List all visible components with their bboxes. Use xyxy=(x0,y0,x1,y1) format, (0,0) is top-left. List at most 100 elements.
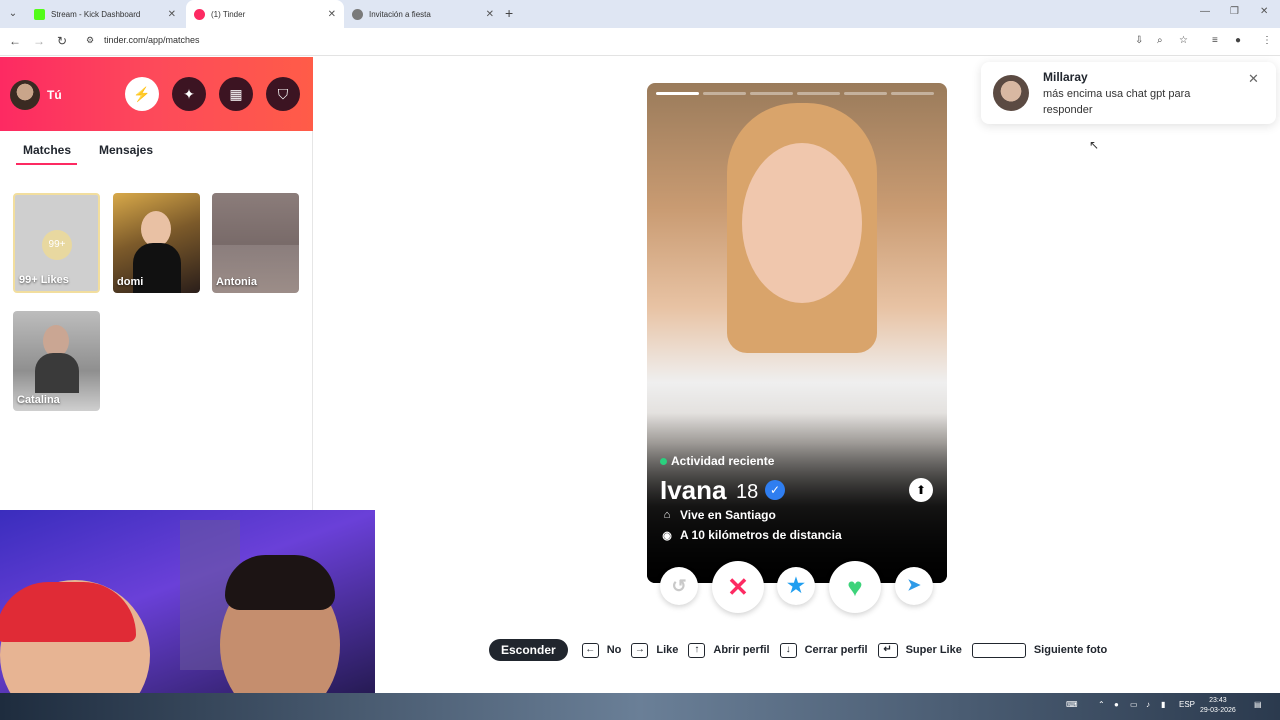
shortcut-no-label: No xyxy=(606,644,622,656)
install-app-icon[interactable]: ⇩ xyxy=(1135,35,1143,46)
open-profile-arrow-icon[interactable]: ⬆ xyxy=(909,478,933,502)
activity-status: Actividad reciente xyxy=(660,454,774,468)
rewind-button[interactable]: ↺ xyxy=(660,567,698,605)
tab-invitacion[interactable]: Invitación a fiesta ✕ xyxy=(344,0,502,28)
briefcase-icon[interactable]: ▦ xyxy=(219,77,253,111)
windows-taskbar: ⌨ ⌃ ● ▭ ♪ ▮ ESP 23:43 29-03-2026 ▤ xyxy=(0,693,1280,720)
profile-photo-face xyxy=(742,143,862,303)
hair xyxy=(225,555,335,610)
like-button[interactable]: ♥ xyxy=(829,561,881,613)
close-x-icon: ✕ xyxy=(727,572,749,602)
media-icon[interactable]: ≡ xyxy=(1212,35,1218,46)
rewind-icon: ↺ xyxy=(671,576,687,596)
photo-progress-segment[interactable] xyxy=(797,92,840,95)
user-label[interactable]: Tú xyxy=(47,88,62,102)
send-paper-plane-icon: ➤ xyxy=(907,577,921,594)
network-icon[interactable]: ▭ xyxy=(1130,700,1138,709)
avatar xyxy=(993,75,1029,111)
back-icon[interactable]: ← xyxy=(9,34,21,48)
arrow-left-key-icon: ← xyxy=(581,642,599,658)
shield-icon[interactable]: ⛉ xyxy=(266,77,300,111)
forward-icon[interactable]: → xyxy=(33,34,45,48)
profile-age: 18 xyxy=(736,481,759,503)
site-info-icon[interactable]: ⚙ xyxy=(86,35,94,46)
sidebar-header: Tú ⚡ ✦ ▦ ⛉ xyxy=(0,57,313,131)
online-dot-icon xyxy=(660,457,667,465)
notifications-icon[interactable]: ▤ xyxy=(1254,700,1262,709)
chevron-up-icon[interactable]: ⌃ xyxy=(1098,700,1105,709)
shortcut-next-photo-label: Siguiente foto xyxy=(1033,644,1108,656)
microphone-icon[interactable]: ● xyxy=(1114,700,1119,709)
tab-title: Invitación a fiesta xyxy=(369,9,431,19)
globe-favicon-icon xyxy=(352,8,363,20)
nope-button[interactable]: ✕ xyxy=(712,561,764,613)
match-name: Antonia xyxy=(216,276,257,288)
bookmark-star-icon[interactable]: ☆ xyxy=(1179,35,1188,46)
close-icon[interactable]: ✕ xyxy=(1248,71,1259,87)
shortcut-close-profile-label: Cerrar perfil xyxy=(804,644,868,656)
battery-icon[interactable]: ▮ xyxy=(1161,700,1165,709)
tab-title: (1) Tinder xyxy=(211,9,246,19)
url-field[interactable]: tinder.com/app/matches xyxy=(104,35,200,45)
tab-matches[interactable]: Matches xyxy=(23,143,71,157)
profile-location: ⌂ Vive en Santiago xyxy=(660,508,776,522)
sidebar-tabs: Matches Mensajes xyxy=(0,141,313,167)
boost-icon[interactable]: ⚡ xyxy=(125,77,159,111)
photo-progress-segment[interactable] xyxy=(844,92,887,95)
system-clock[interactable]: 23:43 29-03-2026 xyxy=(1200,696,1236,716)
volume-icon[interactable]: ♪ xyxy=(1146,700,1150,709)
notification-message: más encima usa chat gpt para responder xyxy=(1043,88,1191,116)
close-tab-icon[interactable]: ✕ xyxy=(486,9,494,20)
address-bar: ← → ↻ ⚙ tinder.com/app/matches ⇩ ⌕ ☆ ≡ ●… xyxy=(0,28,1280,56)
webcam-overlay xyxy=(0,510,375,720)
profile-distance: ◉ A 10 kilómetros de distancia xyxy=(660,528,841,542)
tab-messages[interactable]: Mensajes xyxy=(99,143,153,157)
tab-underline xyxy=(16,163,77,165)
mouse-cursor-icon: ↖ xyxy=(1089,138,1100,152)
tab-search-icon[interactable]: ⌄ xyxy=(6,7,20,21)
tab-tinder[interactable]: (1) Tinder ✕ xyxy=(186,0,344,28)
keyboard-icon[interactable]: ⌨ xyxy=(1066,700,1078,709)
language-indicator[interactable]: ESP xyxy=(1179,700,1195,709)
match-card-catalina[interactable]: Catalina xyxy=(13,311,100,411)
message-notification[interactable]: Millaray más encima usa chat gpt para re… xyxy=(981,62,1276,124)
photo-progress-segment[interactable] xyxy=(656,92,699,95)
tab-kick-dashboard[interactable]: Stream - Kick Dashboard ✕ xyxy=(26,0,184,28)
location-pin-icon: ◉ xyxy=(662,529,672,542)
arrow-down-key-icon: ↓ xyxy=(779,642,797,658)
hide-shortcuts-button[interactable]: Esconder xyxy=(489,639,568,661)
enter-key-icon: ↵ xyxy=(877,642,898,658)
boost-send-button[interactable]: ➤ xyxy=(895,567,933,605)
match-card-antonia[interactable]: Antonia xyxy=(212,193,299,293)
browser-tab-bar: ⌄ Stream - Kick Dashboard ✕ (1) Tinder ✕… xyxy=(0,0,1280,28)
tinder-favicon-icon xyxy=(194,8,205,20)
profile-name: Ivana xyxy=(660,475,727,505)
menu-icon[interactable]: ⋮ xyxy=(1262,35,1272,46)
home-icon: ⌂ xyxy=(663,509,671,521)
new-tab-icon[interactable]: + xyxy=(505,5,513,21)
maximize-icon[interactable]: ❐ xyxy=(1230,6,1239,17)
zoom-icon[interactable]: ⌕ xyxy=(1157,35,1163,46)
explore-compass-icon[interactable]: ✦ xyxy=(172,77,206,111)
photo-progress-segment[interactable] xyxy=(703,92,746,95)
close-tab-icon[interactable]: ✕ xyxy=(168,9,176,20)
photo-progress-segment[interactable] xyxy=(891,92,934,95)
tab-title: Stream - Kick Dashboard xyxy=(51,9,141,19)
profile-icon[interactable]: ● xyxy=(1235,35,1241,46)
close-tab-icon[interactable]: ✕ xyxy=(328,9,336,20)
super-like-button[interactable]: ★ xyxy=(777,567,815,605)
minimize-icon[interactable]: — xyxy=(1200,6,1210,17)
likes-card[interactable]: 99+ 99+ Likes xyxy=(13,193,100,293)
shortcut-super-like-label: Super Like xyxy=(905,644,962,656)
reload-icon[interactable]: ↻ xyxy=(57,34,67,48)
photo-progress-segment[interactable] xyxy=(750,92,793,95)
verified-badge-icon: ✓ xyxy=(765,480,785,500)
close-window-icon[interactable]: ✕ xyxy=(1260,6,1268,17)
match-card-domi[interactable]: domi xyxy=(113,193,200,293)
match-name: domi xyxy=(117,276,144,288)
avatar[interactable] xyxy=(10,80,40,110)
arrow-up-key-icon: ↑ xyxy=(688,642,706,658)
profile-card[interactable]: Actividad reciente Ivana 18 ✓ ⬆ ⌂ Vive e… xyxy=(647,83,947,583)
likes-badge: 99+ xyxy=(42,230,72,260)
arrow-right-key-icon: → xyxy=(631,642,649,658)
